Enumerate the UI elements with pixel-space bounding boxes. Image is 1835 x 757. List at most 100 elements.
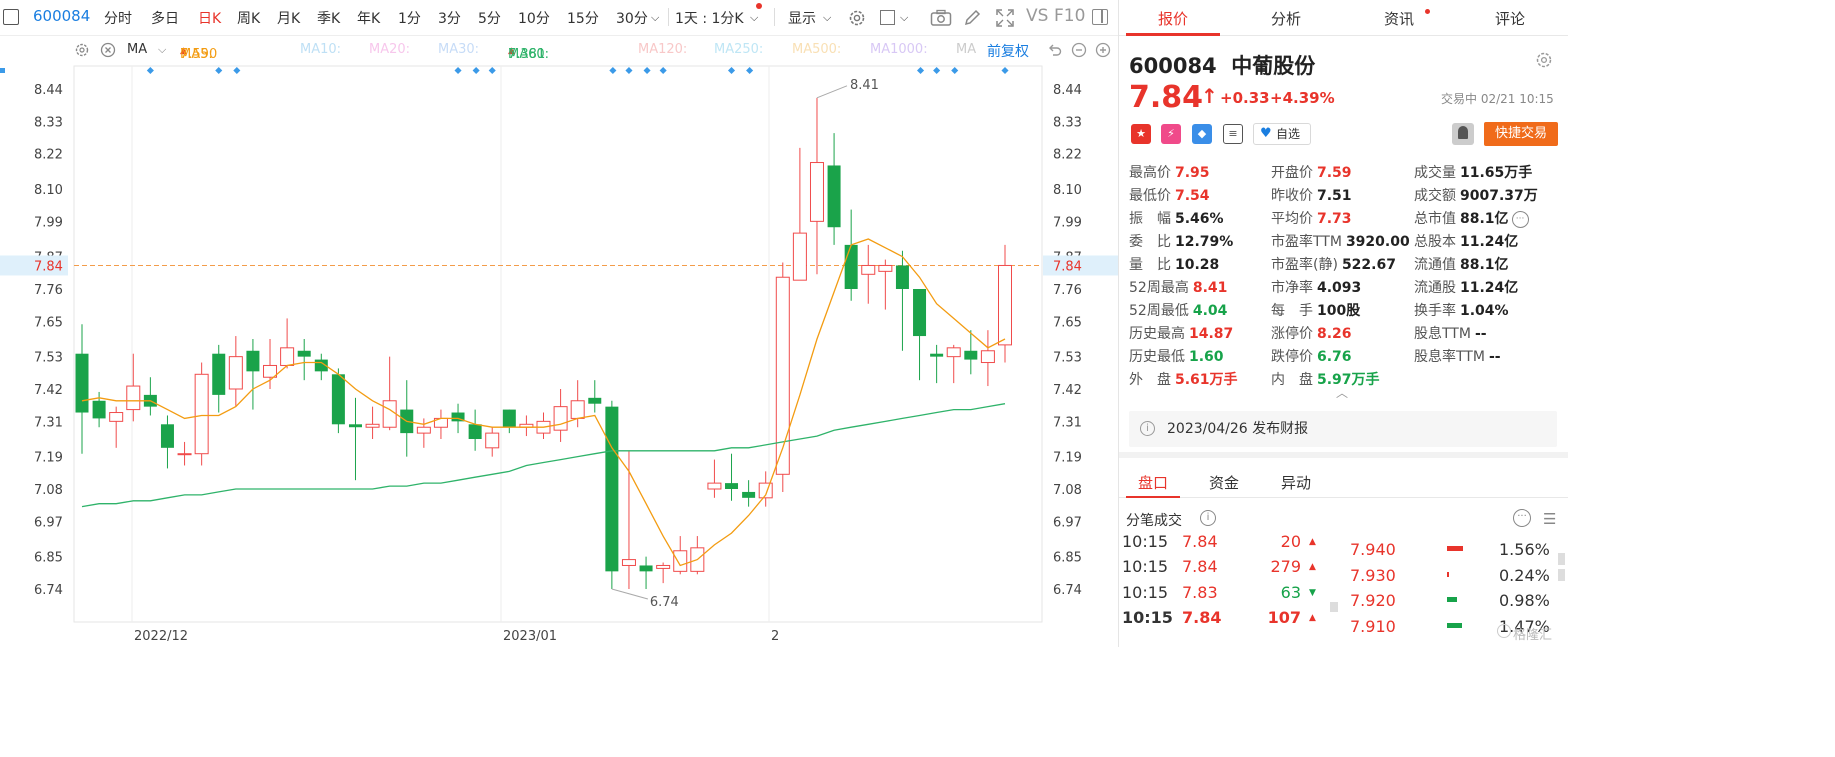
candle-body-up[interactable] (861, 264, 876, 275)
candle-body-up[interactable] (809, 162, 824, 222)
candle-body-down[interactable] (160, 424, 174, 448)
candle-body-down[interactable] (895, 265, 909, 289)
candle-body-up[interactable] (792, 232, 807, 281)
document-icon[interactable]: ≡ (1223, 124, 1243, 144)
candle-body-up[interactable] (707, 482, 722, 490)
candle-body-up[interactable] (228, 356, 243, 390)
candle-body-up[interactable] (553, 406, 568, 431)
event-marker[interactable] (488, 66, 496, 75)
event-marker[interactable] (727, 66, 736, 75)
y-tick-label-right: 7.99 (1053, 215, 1082, 230)
candle-body-up[interactable] (673, 550, 688, 572)
event-marker[interactable] (215, 66, 223, 75)
dist-scrollbar[interactable] (1558, 553, 1565, 565)
more-icon[interactable]: ··· (1511, 210, 1529, 228)
event-marker[interactable] (233, 66, 241, 75)
y-tick-label-left: 7.19 (34, 451, 63, 466)
info-icon[interactable]: i (1200, 510, 1216, 526)
candle-body-up[interactable] (382, 400, 397, 428)
down-arrow-icon: ▼ (1309, 588, 1316, 598)
candle-body-up[interactable] (365, 423, 380, 428)
candle-body-down[interactable] (964, 350, 978, 360)
candle-body-down[interactable] (348, 424, 362, 428)
tab-news[interactable]: 资讯 (1384, 8, 1414, 29)
event-marker[interactable] (454, 66, 462, 75)
event-marker[interactable] (746, 66, 754, 75)
candle-body-down[interactable] (605, 406, 619, 572)
candle-body-down[interactable] (212, 353, 226, 395)
event-marker[interactable] (951, 66, 959, 75)
candle-body-up[interactable] (194, 373, 209, 455)
candle-body-down[interactable] (827, 165, 841, 228)
stat-label: 股息TTM (1414, 326, 1471, 342)
stat-value: 1.04% (1460, 303, 1509, 319)
event-marker[interactable] (933, 66, 941, 75)
candle-body-up[interactable] (485, 432, 500, 449)
candle-body-down[interactable] (639, 565, 653, 572)
event-marker[interactable] (643, 66, 651, 75)
candle-body-down[interactable] (588, 397, 602, 404)
event-marker[interactable] (0, 68, 5, 73)
event-marker[interactable] (625, 66, 633, 75)
more-icon[interactable]: ··· (1513, 509, 1531, 527)
candle-body-down[interactable] (844, 244, 858, 289)
tab-yidong[interactable]: 异动 (1281, 472, 1311, 493)
tab-zijin[interactable]: 资金 (1209, 472, 1239, 493)
candle-body-down[interactable] (930, 353, 944, 357)
candle-body-up[interactable] (980, 350, 995, 364)
candle-body-down[interactable] (742, 491, 756, 498)
candle-body-down[interactable] (502, 409, 516, 428)
candle-body-down[interactable] (246, 350, 260, 372)
candle-body-down[interactable] (913, 289, 927, 337)
candle-body-up[interactable] (109, 412, 124, 422)
event-marker[interactable] (1001, 66, 1009, 75)
candle-body-down[interactable] (75, 353, 89, 413)
candle-body-up[interactable] (280, 347, 295, 366)
earnings-notice[interactable]: i 2023/04/26 发布财报 (1129, 411, 1557, 447)
candle-body-down[interactable] (92, 400, 106, 419)
tab-comments[interactable]: 评论 (1495, 8, 1525, 29)
candle-body-up[interactable] (656, 564, 671, 569)
chevron-up-icon[interactable]: ︿ (1336, 384, 1348, 401)
candle-body-down[interactable] (468, 424, 482, 439)
tab-analysis[interactable]: 分析 (1271, 8, 1301, 29)
candle-body-up[interactable] (878, 264, 893, 272)
dist-scrollbar-2[interactable] (1558, 569, 1565, 581)
candle-body-up[interactable] (946, 347, 961, 358)
candle-body-up[interactable] (126, 385, 141, 411)
candle-body-down[interactable] (725, 483, 739, 489)
candle-body-down[interactable] (331, 374, 345, 425)
gear-icon[interactable] (1535, 51, 1553, 69)
candle-body-up[interactable] (998, 264, 1012, 346)
event-marker[interactable] (659, 66, 667, 75)
event-marker[interactable] (472, 66, 480, 75)
quick-trade-button[interactable]: 快捷交易 (1484, 122, 1558, 146)
candle-body-up[interactable] (570, 400, 585, 419)
stat-label: 最高价 (1129, 165, 1171, 181)
stat-item: 市盈率TTM 3920.00 (1271, 231, 1410, 251)
kline-chart[interactable]: 8.44 8.44 8.33 8.33 8.22 8.22 8.10 8.10 7.99 7.99… (0, 0, 1118, 647)
candle-body-up[interactable] (775, 276, 790, 475)
tab-pankou[interactable]: 盘口 (1138, 472, 1168, 493)
stat-label: 换手率 (1414, 303, 1456, 319)
y-tick-label-left: 6.97 (34, 515, 63, 530)
candle-body-up[interactable] (177, 453, 192, 456)
trades-scrollbar[interactable] (1330, 602, 1338, 612)
event-marker[interactable] (146, 66, 154, 75)
bell-icon[interactable] (1452, 123, 1474, 145)
event-marker[interactable] (609, 66, 617, 75)
event-marker[interactable] (917, 66, 925, 75)
trade-time: 10:15 (1122, 583, 1169, 602)
candle-body-up[interactable] (416, 426, 431, 434)
tab-quote[interactable]: 报价 (1158, 8, 1188, 29)
stat-item: 跌停价 6.76 (1271, 346, 1352, 366)
china-flag-icon: ★ (1131, 124, 1151, 144)
candle-body-down[interactable] (297, 350, 311, 357)
stat-value: 522.67 (1341, 257, 1396, 273)
y-tick-label-left: 7.76 (34, 283, 63, 298)
candle-body-up[interactable] (621, 559, 636, 566)
list-icon[interactable]: ☰ (1543, 510, 1556, 528)
y-tick-label-left: 8.22 (34, 148, 63, 163)
dist-bar (1447, 597, 1457, 602)
watchlist-button[interactable]: ♥ 自选 (1253, 123, 1311, 145)
